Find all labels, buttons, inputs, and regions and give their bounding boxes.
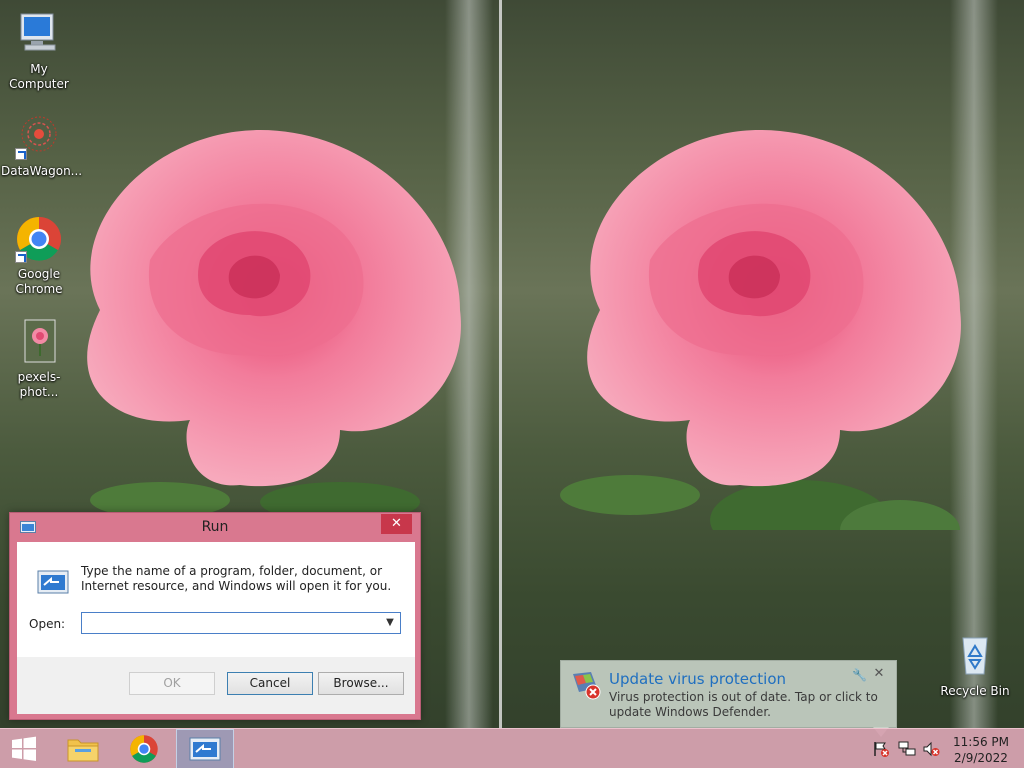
network-icon[interactable] — [898, 741, 916, 757]
run-title: Run — [201, 519, 229, 535]
taskbar: 11:56 PM 2/9/2022 — [0, 728, 1024, 768]
desktop-icon-recycle-bin[interactable]: Recycle Bin — [937, 632, 1013, 699]
notification-title: Update virus protection — [609, 670, 787, 688]
desktop-icon-label: Recycle Bin — [940, 684, 1010, 698]
virus-protection-notification[interactable]: Update virus protection Virus protection… — [560, 660, 897, 737]
run-footer: OK Cancel Browse... — [17, 657, 415, 714]
close-icon[interactable]: ✕ — [872, 666, 886, 681]
browse-button[interactable]: Browse... — [318, 672, 404, 695]
rose-image-right — [560, 130, 961, 530]
shortcut-arrow-icon — [15, 148, 27, 160]
open-input[interactable] — [84, 615, 380, 631]
start-button[interactable] — [0, 729, 48, 768]
windows-logo-icon — [12, 736, 36, 761]
chevron-down-icon[interactable]: ▼ — [384, 616, 396, 630]
my-computer-icon — [15, 10, 63, 58]
run-dialog: Run ✕ Type the name of a program, folder… — [9, 512, 421, 720]
recycle-bin-icon — [951, 632, 999, 680]
desktop-icon-my-computer[interactable]: My Computer — [1, 10, 77, 92]
taskbar-run[interactable] — [176, 729, 234, 768]
action-center-flag-icon[interactable] — [872, 741, 890, 757]
chrome-icon — [130, 735, 158, 763]
run-description: Type the name of a program, folder, docu… — [81, 564, 392, 593]
run-body: Type the name of a program, folder, docu… — [17, 542, 415, 657]
clock-date: 2/9/2022 — [954, 751, 1008, 765]
open-combobox[interactable]: ▼ — [81, 612, 401, 634]
defender-warning-icon — [573, 672, 601, 700]
open-label: Open: — [29, 617, 66, 631]
ok-button[interactable]: OK — [129, 672, 215, 695]
taskbar-file-explorer[interactable] — [56, 729, 114, 768]
desktop-icon-label: DataWagon... — [1, 164, 83, 178]
taskbar-clock[interactable]: 11:56 PM 2/9/2022 — [948, 734, 1014, 766]
desktop-icon-pexels-photo[interactable]: pexels-phot... — [1, 318, 77, 400]
desktop-icon-datawagon[interactable]: DataWagon... — [1, 112, 83, 179]
rose-image-left — [87, 130, 461, 522]
folder-icon — [67, 739, 99, 762]
desktop-icon-label: Google Chrome — [15, 267, 63, 296]
taskbar-google-chrome[interactable] — [116, 729, 174, 768]
wallpaper-divider — [499, 0, 502, 728]
cancel-button[interactable]: Cancel — [227, 672, 313, 695]
datawagon-icon — [15, 112, 63, 160]
close-icon: ✕ — [391, 516, 402, 531]
desktop-icon-label: pexels-phot... — [17, 370, 61, 399]
clock-time: 11:56 PM — [953, 735, 1009, 749]
run-program-icon — [37, 570, 69, 594]
wrench-icon[interactable]: 🔧 — [852, 668, 867, 682]
shortcut-arrow-icon — [15, 251, 27, 263]
volume-muted-icon[interactable] — [922, 741, 940, 757]
chrome-icon — [15, 215, 63, 263]
close-button[interactable]: ✕ — [381, 514, 412, 534]
desktop-icon-label: My Computer — [9, 62, 69, 91]
notification-message: Virus protection is out of date. Tap or … — [609, 690, 878, 719]
desktop-icon-google-chrome[interactable]: Google Chrome — [1, 215, 77, 297]
run-titlebar[interactable]: Run ✕ — [10, 513, 420, 542]
run-icon — [189, 737, 221, 761]
image-file-icon — [15, 318, 63, 366]
